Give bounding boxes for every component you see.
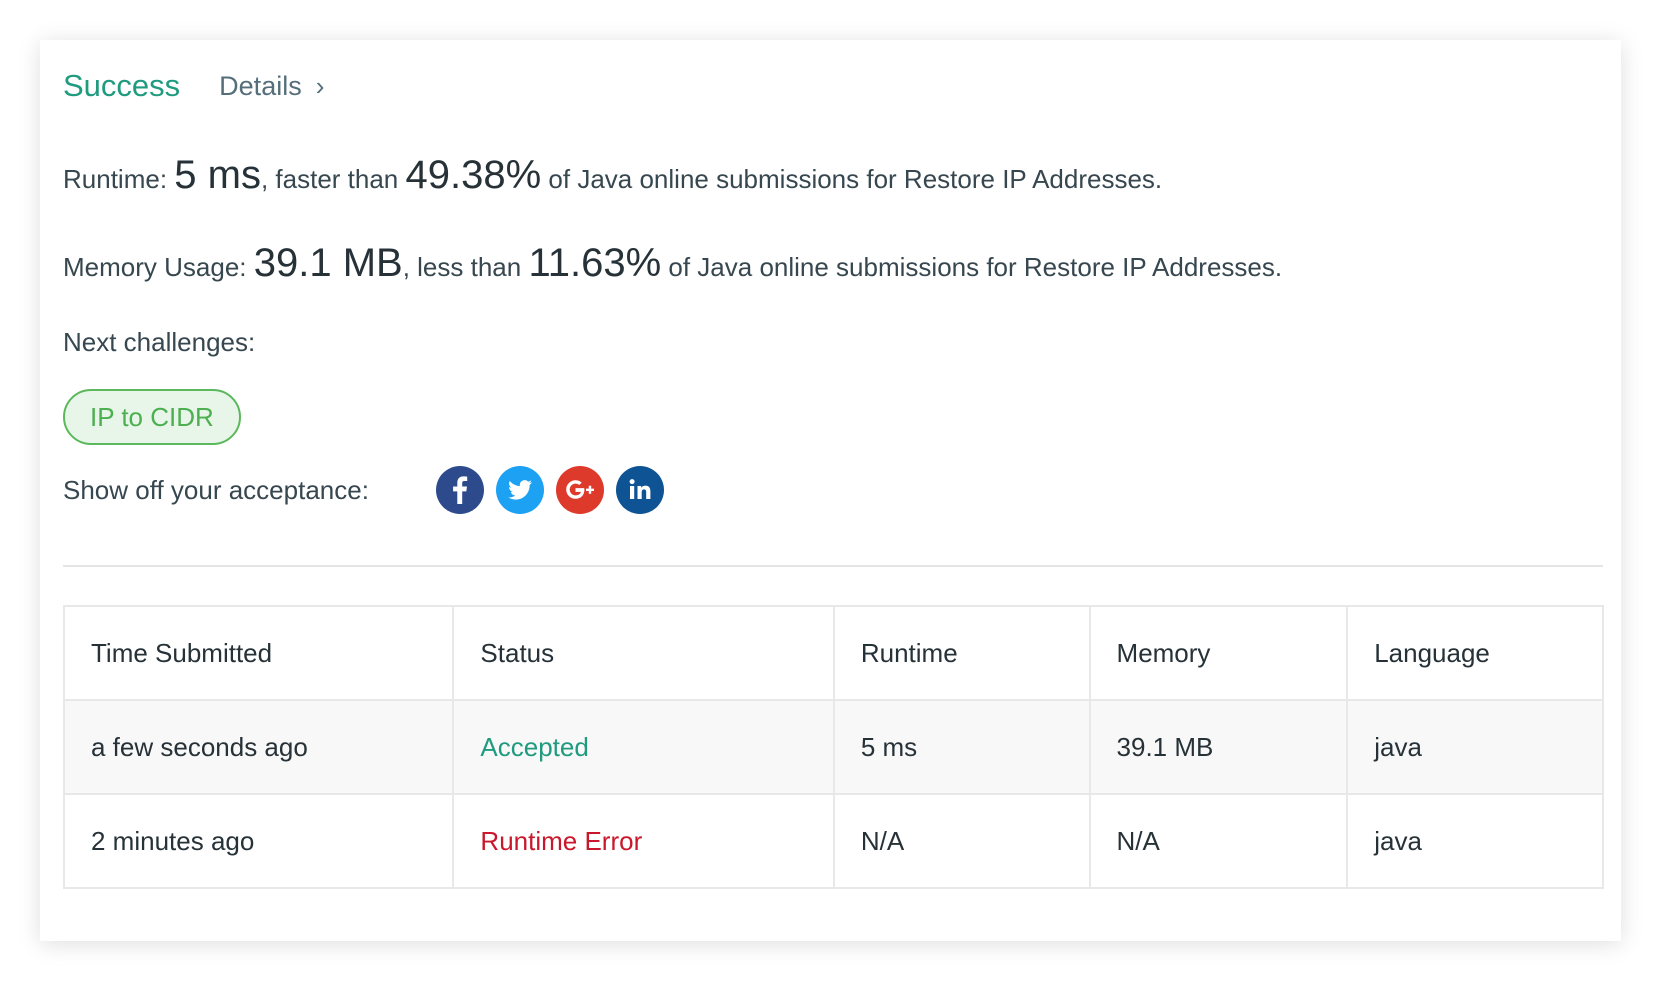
table-row: 2 minutes ago Runtime Error N/A N/A java xyxy=(62,793,1604,889)
next-challenges-list: IP to CIDR xyxy=(63,389,1603,445)
facebook-icon[interactable] xyxy=(436,466,484,514)
cell-time-submitted: a few seconds ago xyxy=(62,699,455,795)
share-row: Show off your acceptance: xyxy=(63,465,1603,515)
runtime-value: 5 ms xyxy=(174,153,261,197)
cell-time-submitted: 2 minutes ago xyxy=(62,793,455,889)
share-label: Show off your acceptance: xyxy=(63,474,369,505)
cell-status: Runtime Error xyxy=(452,793,835,889)
runtime-percent: 49.38% xyxy=(405,153,542,197)
memory-suffix: of Java online submissions for Restore I… xyxy=(668,252,1283,282)
status-link-runtime-error[interactable]: Runtime Error xyxy=(480,826,642,856)
runtime-comparison: , faster than xyxy=(260,164,399,194)
status-link-accepted[interactable]: Accepted xyxy=(480,732,588,762)
runtime-suffix: of Java online submissions for Restore I… xyxy=(548,164,1163,194)
twitter-icon[interactable] xyxy=(496,466,544,514)
cell-memory: N/A xyxy=(1088,793,1349,889)
cell-language: java xyxy=(1346,699,1604,795)
result-header: Success Details › xyxy=(63,64,1603,108)
divider xyxy=(63,565,1603,567)
column-header-time-submitted: Time Submitted xyxy=(62,605,455,701)
challenge-tag-ip-to-cidr[interactable]: IP to CIDR xyxy=(63,389,241,445)
cell-status: Accepted xyxy=(452,699,835,795)
google-plus-icon[interactable] xyxy=(556,466,604,514)
submission-result-card: Success Details › Runtime: 5 ms, faster … xyxy=(40,40,1621,941)
column-header-memory: Memory xyxy=(1088,605,1349,701)
memory-stat: Memory Usage: 39.1 MB, less than 11.63% … xyxy=(63,241,1603,289)
linkedin-icon[interactable] xyxy=(616,466,664,514)
table-row: a few seconds ago Accepted 5 ms 39.1 MB … xyxy=(62,699,1604,795)
memory-percent: 11.63% xyxy=(528,241,662,285)
column-header-runtime: Runtime xyxy=(832,605,1091,701)
runtime-label: Runtime: xyxy=(63,164,168,194)
column-header-status: Status xyxy=(452,605,835,701)
memory-comparison: , less than xyxy=(402,252,522,282)
cell-runtime: 5 ms xyxy=(832,699,1091,795)
result-status-title: Success xyxy=(63,68,181,103)
details-link[interactable]: Details › xyxy=(219,71,324,102)
cell-runtime: N/A xyxy=(832,793,1091,889)
submissions-table: Time Submitted Status Runtime Memory Lan… xyxy=(62,605,1604,889)
cell-language: java xyxy=(1346,793,1604,889)
details-label: Details xyxy=(219,70,302,101)
column-header-language: Language xyxy=(1346,605,1604,701)
chevron-right-icon: › xyxy=(315,70,325,101)
next-challenges-label: Next challenges: xyxy=(63,327,256,357)
cell-memory: 39.1 MB xyxy=(1088,699,1349,795)
memory-label: Memory Usage: xyxy=(63,252,247,282)
memory-value: 39.1 MB xyxy=(253,241,403,285)
table-header-row: Time Submitted Status Runtime Memory Lan… xyxy=(62,605,1604,701)
runtime-stat: Runtime: 5 ms, faster than 49.38% of Jav… xyxy=(63,153,1603,201)
